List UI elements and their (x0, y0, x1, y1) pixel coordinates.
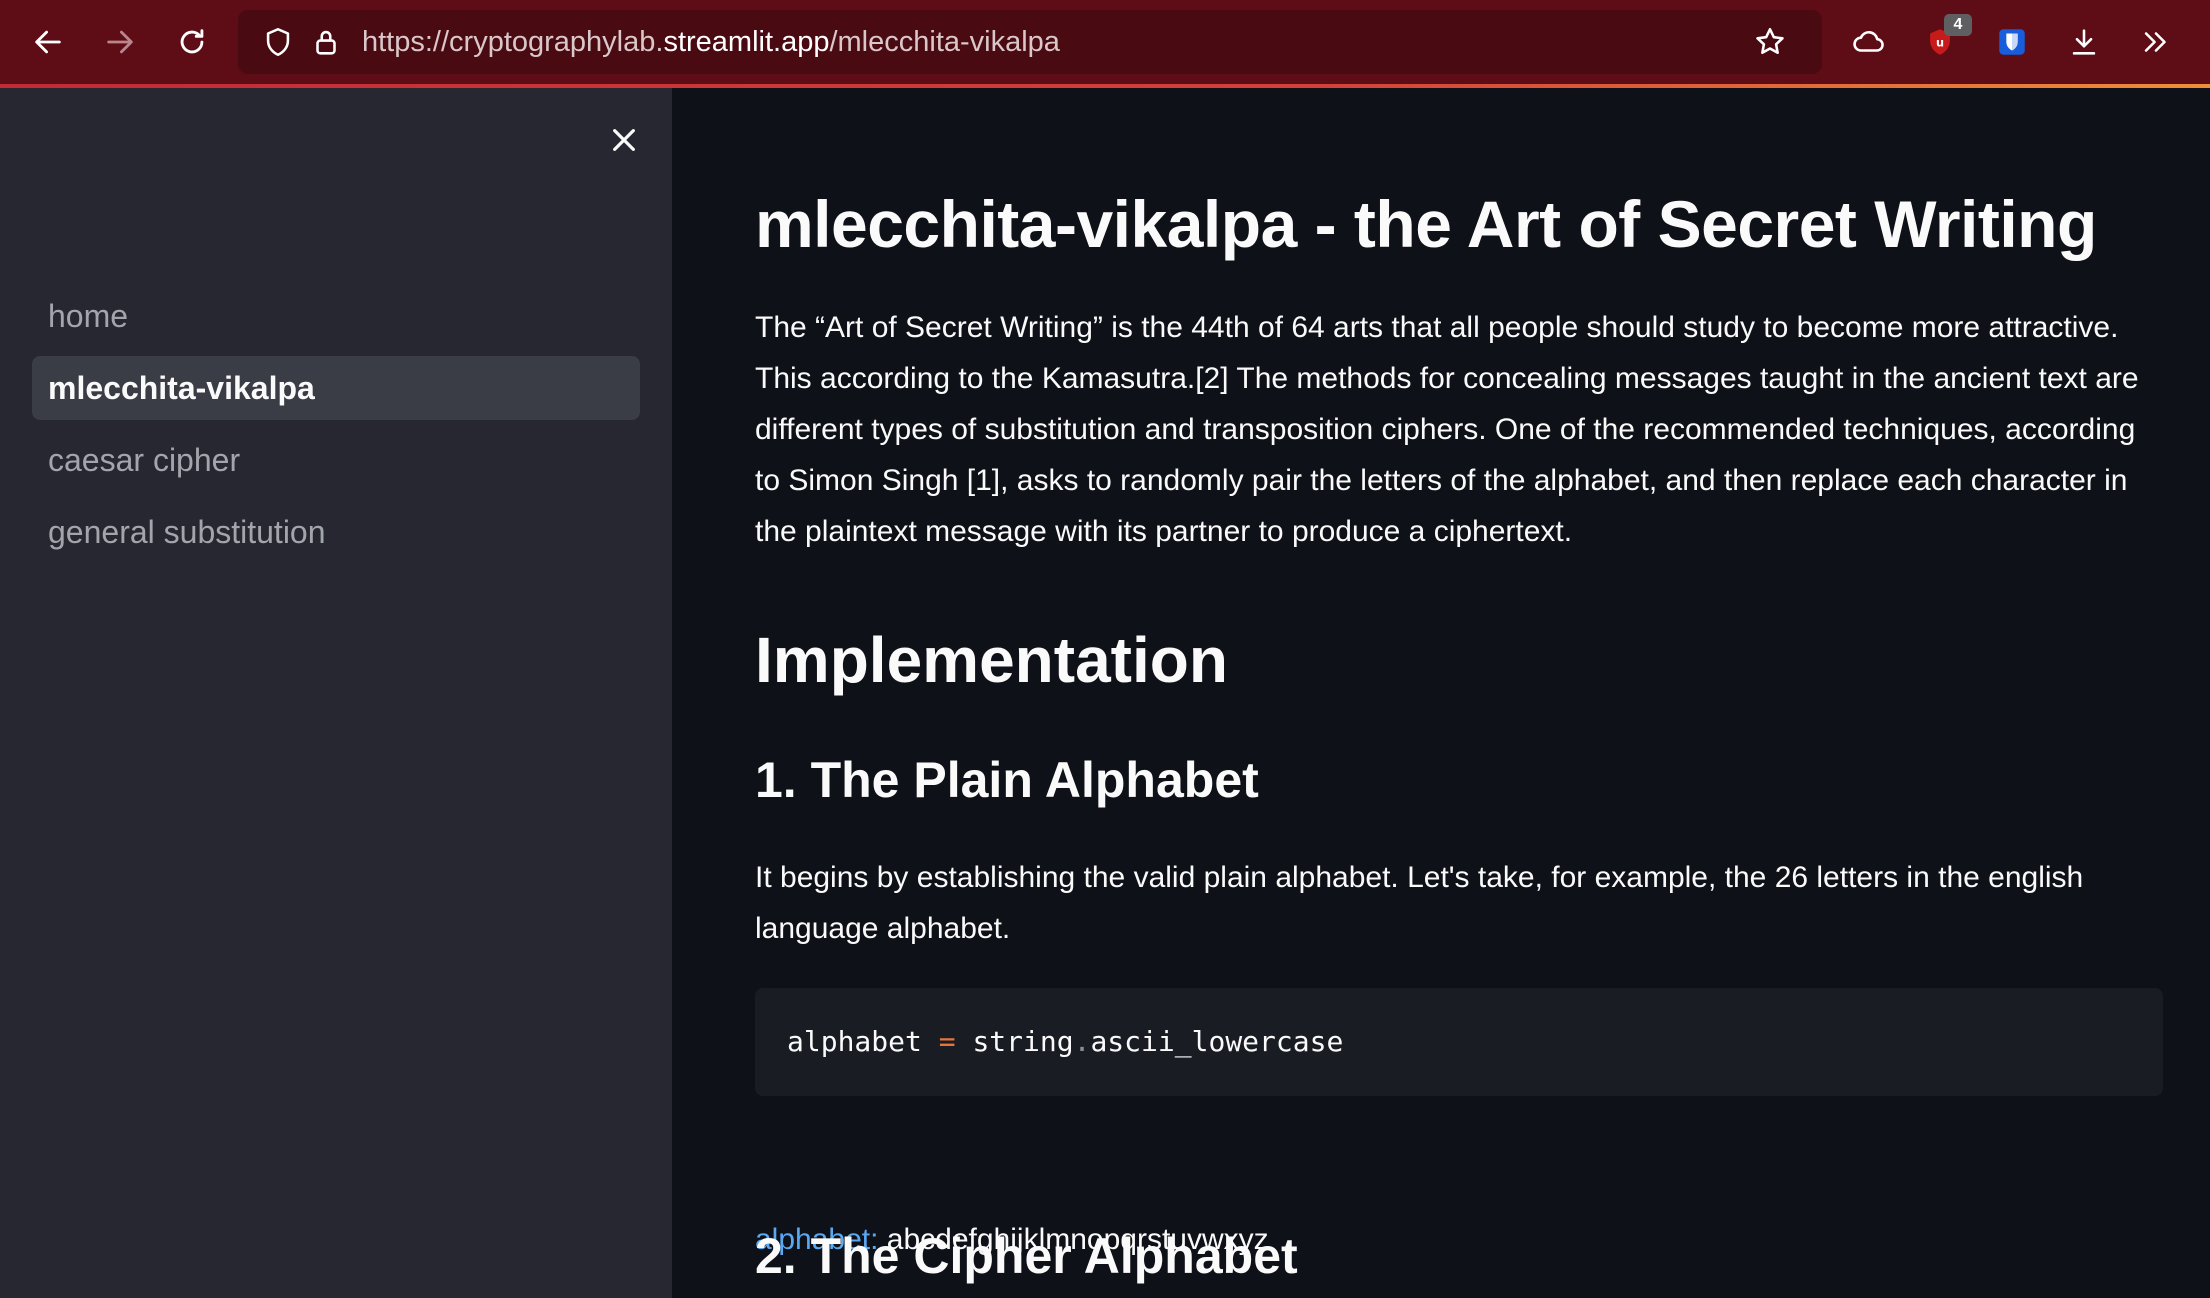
section2-heading: 2. The Cipher Alphabet (755, 1228, 1298, 1284)
forward-arrow-icon[interactable] (96, 18, 144, 66)
url-domain: streamlit.app (663, 26, 830, 58)
code-module: string (972, 1025, 1074, 1058)
sidebar-item-home[interactable]: home (32, 284, 640, 348)
page-title: mlecchita-vikalpa - the Art of Secret Wr… (755, 187, 2097, 261)
extension-badge: 4 (1944, 14, 1972, 36)
cloud-sync-icon[interactable] (1844, 18, 1892, 66)
close-icon[interactable] (600, 116, 648, 164)
bookmark-star-icon[interactable] (1746, 18, 1794, 66)
code-var: alphabet (787, 1025, 922, 1058)
url-bar[interactable]: https://cryptographylab.streamlit.app/ml… (238, 10, 1822, 74)
code-operator: = (938, 1025, 956, 1058)
overflow-chevrons-icon[interactable] (2132, 18, 2180, 66)
implementation-heading: Implementation (755, 624, 1228, 696)
sidebar-item-mlecchita-vikalpa[interactable]: mlecchita-vikalpa (32, 356, 640, 420)
url-path: /mlecchita-vikalpa (829, 26, 1060, 58)
svg-text:u: u (1936, 35, 1944, 49)
shield-icon[interactable] (254, 18, 302, 66)
url-text[interactable]: https://cryptographylab.streamlit.app/ml… (362, 10, 1060, 74)
main-content: mlecchita-vikalpa - the Art of Secret Wr… (672, 88, 2210, 1298)
section1-paragraph: It begins by establishing the valid plai… (755, 861, 2084, 945)
code-attr: ascii_lowercase (1090, 1025, 1344, 1058)
bitwarden-extension-icon[interactable] (1988, 18, 2036, 66)
intro-paragraph: The “Art of Secret Writing” is the 44th … (755, 311, 2139, 548)
sidebar-item-general-substitution[interactable]: general substitution (32, 500, 640, 564)
section1-heading: 1. The Plain Alphabet (755, 752, 1259, 808)
ublock-extension-icon[interactable]: u 4 (1916, 14, 1972, 66)
code-dot: . (1073, 1025, 1091, 1058)
sidebar: home mlecchita-vikalpa caesar cipher gen… (0, 88, 672, 1298)
reload-icon[interactable] (168, 18, 216, 66)
url-prefix: https://cryptographylab. (362, 26, 664, 58)
lock-icon[interactable] (302, 18, 350, 66)
browser-toolbar: https://cryptographylab.streamlit.app/ml… (0, 0, 2210, 84)
code-block[interactable]: alphabet = string.ascii_lowercase (755, 988, 2163, 1096)
back-arrow-icon[interactable] (24, 18, 72, 66)
sidebar-item-caesar-cipher[interactable]: caesar cipher (32, 428, 640, 492)
download-icon[interactable] (2060, 18, 2108, 66)
